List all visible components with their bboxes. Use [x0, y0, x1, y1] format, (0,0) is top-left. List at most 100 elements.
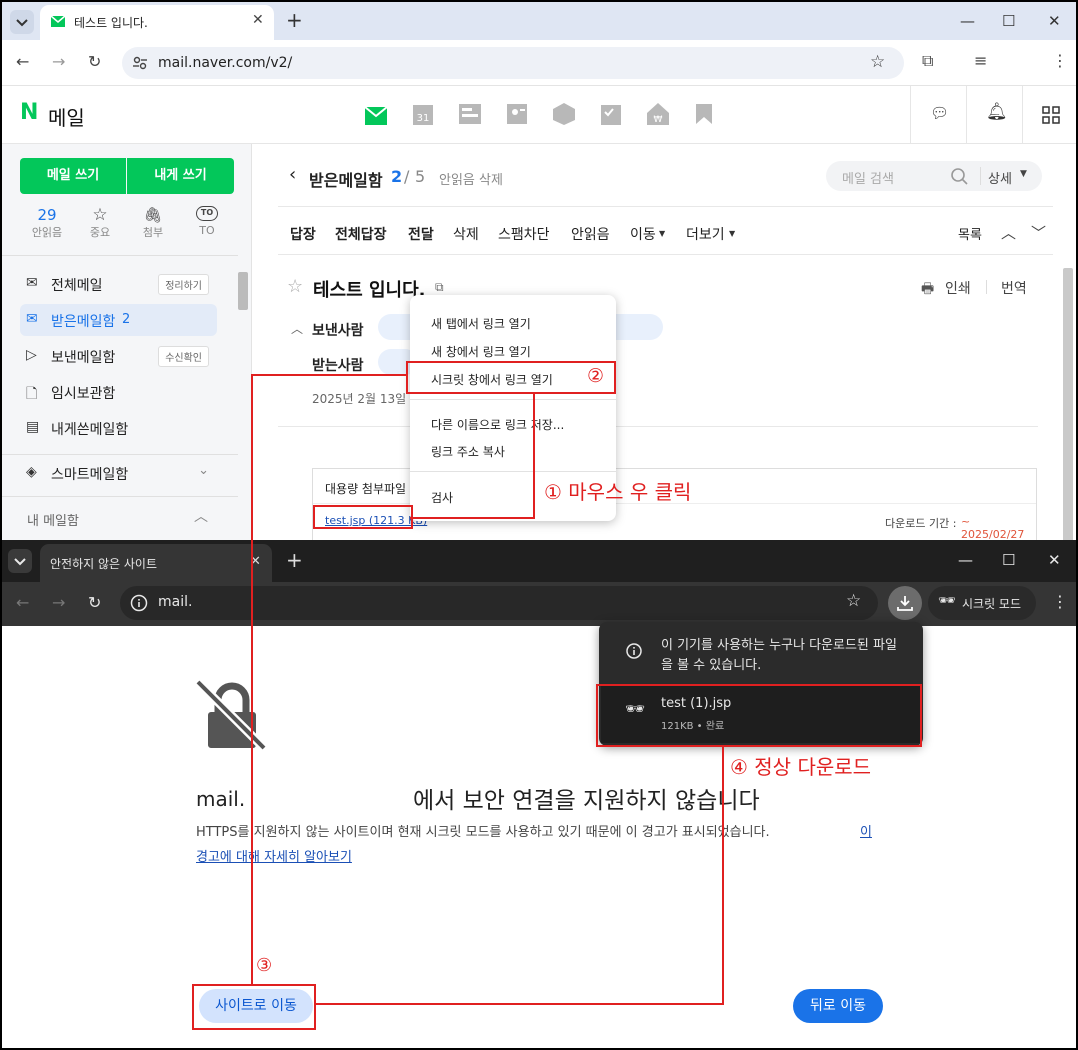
incognito-tab[interactable]: 안전하지 않은 사이트 ✕	[40, 544, 272, 582]
back-icon[interactable]: ←	[16, 593, 29, 612]
download-icon	[897, 596, 913, 611]
bookmark-app-icon[interactable]	[694, 103, 714, 125]
content-scrollbar[interactable]	[1063, 268, 1073, 540]
folder-all-mail[interactable]: ✉ 전체메일 정리하기	[20, 268, 217, 300]
bookmark-star-icon[interactable]: ☆	[846, 591, 861, 611]
mail-app-icon[interactable]	[364, 102, 388, 126]
security-headline: 에서 보안 연결을 지원하지 않습니다	[413, 788, 760, 814]
more-menu-icon[interactable]: ⋮	[1052, 592, 1068, 611]
tab-bar: 테스트 입니다. ✕ + — ☐ ✕	[2, 2, 1076, 40]
site-name: mail.	[196, 787, 246, 811]
incognito-mode-chip[interactable]: 🕶︎ 시크릿 모드	[928, 586, 1036, 620]
go-back-button[interactable]: 뒤로 이동	[793, 989, 883, 1023]
maximize-icon[interactable]: ☐	[1002, 12, 1015, 30]
incognito-address-bar[interactable]: mail. ☆	[120, 586, 878, 620]
dark-tab-search-button[interactable]	[8, 549, 32, 573]
reload-icon[interactable]: ↻	[88, 593, 101, 612]
move-button[interactable]: 이동	[630, 224, 656, 244]
read-receipt-button[interactable]: 수신확인	[158, 346, 209, 367]
printer-icon[interactable]: 🖶︎	[921, 278, 934, 302]
ctx-open-new-tab[interactable]: 새 탭에서 링크 열기	[431, 315, 531, 332]
spam-block-button[interactable]: 스팸차단	[498, 224, 550, 244]
annotation-step1: ① 마우스 우 클릭	[544, 480, 692, 504]
notification-bell-icon[interactable]: 🔔︎	[986, 102, 1008, 122]
back-chevron-icon[interactable]: ‹	[289, 164, 296, 185]
learn-more-link[interactable]: 경고에 대해 자세히 알아보기	[196, 846, 352, 865]
ctx-inspect[interactable]: 검사	[431, 489, 453, 506]
close-window-icon[interactable]: ✕	[1048, 551, 1061, 569]
downloads-button[interactable]	[888, 586, 922, 620]
delete-unread-button[interactable]: 안읽음 삭제	[439, 169, 503, 188]
more-menu-icon[interactable]: ⋮	[1052, 51, 1068, 70]
browser-tab[interactable]: 테스트 입니다. ✕	[40, 5, 274, 40]
maximize-icon[interactable]: ☐	[1002, 551, 1015, 569]
forward-icon[interactable]: →	[52, 593, 65, 612]
write-to-self-button[interactable]: 내게 쓰기	[127, 158, 234, 194]
pay-app-icon[interactable]: ₩	[646, 102, 670, 126]
calendar-app-icon[interactable]: 31	[412, 102, 434, 126]
previous-mail-icon[interactable]: ︿	[1001, 222, 1016, 243]
collapse-chevron-icon[interactable]: ︿	[291, 320, 303, 337]
folder-sent[interactable]: ▷ 보낸메일함 수신확인	[20, 340, 217, 372]
folder-inbox[interactable]: ✉ 받은메일함 2	[20, 304, 217, 336]
print-button[interactable]: 인쇄	[945, 278, 971, 298]
quick-unread[interactable]: 29 안읽음	[22, 206, 72, 240]
contacts-app-icon[interactable]	[506, 103, 528, 125]
todo-app-icon[interactable]	[600, 102, 622, 126]
ctx-copy-link[interactable]: 링크 주소 복사	[431, 443, 505, 460]
forward-button[interactable]: 전달	[408, 224, 434, 244]
chevron-down-icon[interactable]: ⌄	[198, 463, 209, 478]
close-window-icon[interactable]: ✕	[1048, 12, 1061, 30]
back-icon[interactable]: ←	[16, 52, 29, 71]
next-mail-icon[interactable]: ﹀	[1031, 222, 1046, 243]
quick-important[interactable]: ☆ 중요	[75, 206, 125, 240]
apps-grid-icon[interactable]	[1042, 106, 1060, 124]
search-icon[interactable]	[950, 167, 968, 185]
search-detail-button[interactable]: 상세	[988, 168, 1012, 187]
inbox-icon: ✉	[26, 311, 38, 327]
chevron-up-icon[interactable]: ︿	[194, 506, 208, 526]
attachment-label: 대용량 첨부파일	[325, 482, 407, 496]
ctx-save-link-as[interactable]: 다른 이름으로 링크 저장...	[431, 416, 564, 433]
quick-to-me[interactable]: TO TO	[182, 206, 232, 237]
media-control-icon[interactable]: ≡	[974, 51, 987, 70]
info-icon[interactable]	[130, 594, 148, 612]
memo-app-icon[interactable]	[458, 103, 482, 125]
delete-button[interactable]: 삭제	[453, 224, 479, 244]
folder-smart-mail[interactable]: ◈ 스마트메일함 ⌄	[20, 457, 217, 489]
mail-logo-text[interactable]: 메일	[48, 102, 85, 131]
naver-logo[interactable]: N	[20, 100, 38, 125]
minimize-icon[interactable]: —	[960, 12, 975, 30]
chat-icon[interactable]: 💬︎	[930, 104, 949, 122]
open-new-window-icon[interactable]: ⧉	[435, 280, 444, 295]
mail-search-box[interactable]: 메일 검색 상세 ▼	[826, 161, 1042, 191]
new-tab-icon[interactable]: +	[286, 548, 303, 572]
folder-self-mail[interactable]: ▤ 내게쓴메일함	[20, 412, 217, 444]
new-tab-icon[interactable]: +	[286, 8, 303, 32]
minimize-icon[interactable]: —	[958, 551, 973, 569]
list-button[interactable]: 목록	[958, 224, 982, 243]
learn-more-link-start[interactable]: 이	[860, 821, 872, 840]
forward-icon[interactable]: →	[52, 52, 65, 71]
important-star-icon[interactable]: ☆	[287, 276, 303, 297]
more-button[interactable]: 더보기	[686, 224, 725, 244]
download-period-label: 다운로드 기간 :	[885, 517, 957, 530]
reply-button[interactable]: 답장	[290, 224, 316, 244]
write-mail-button[interactable]: 메일 쓰기	[20, 158, 126, 194]
reply-all-button[interactable]: 전체답장	[335, 224, 387, 244]
extensions-icon[interactable]: ⧉	[922, 51, 933, 71]
mybox-app-icon[interactable]	[552, 102, 576, 126]
address-bar[interactable]: mail.naver.com/v2/ ☆	[122, 47, 904, 79]
tab-search-button[interactable]	[10, 10, 34, 34]
organize-button[interactable]: 정리하기	[158, 274, 209, 295]
ctx-open-new-window[interactable]: 새 창에서 링크 열기	[431, 343, 531, 360]
sidebar-scrollbar[interactable]	[238, 272, 248, 310]
inbox-title[interactable]: 받은메일함	[309, 167, 383, 191]
folder-drafts[interactable]: 🗋︎ 임시보관함	[20, 376, 217, 408]
mark-unread-button[interactable]: 안읽음	[571, 224, 610, 244]
close-tab-icon[interactable]: ✕	[252, 12, 264, 28]
quick-attachment[interactable]: 🖇︎ 첨부	[128, 206, 178, 240]
translate-button[interactable]: 번역	[1001, 278, 1027, 298]
bookmark-star-icon[interactable]: ☆	[870, 52, 885, 72]
reload-icon[interactable]: ↻	[88, 52, 101, 71]
